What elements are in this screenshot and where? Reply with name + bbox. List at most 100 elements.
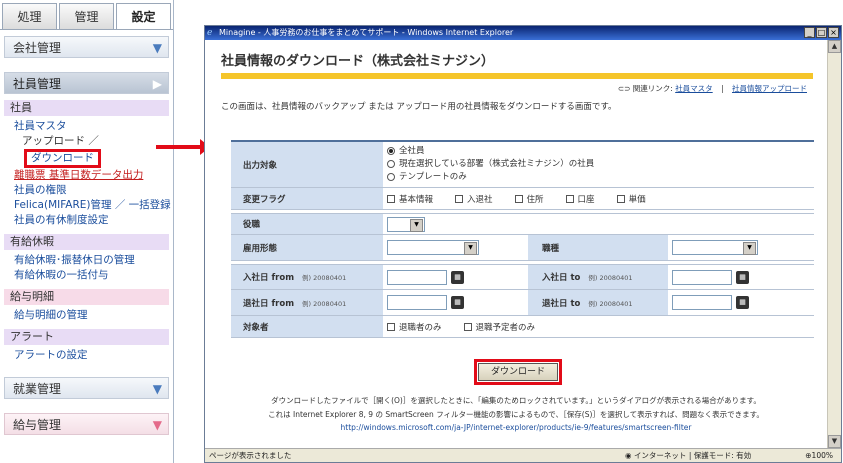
section-payroll[interactable]: 給与管理 ▼	[4, 413, 169, 435]
related-link-master[interactable]: 社員マスタ	[675, 84, 713, 93]
checkbox[interactable]	[463, 323, 472, 331]
page-content: 社員情報のダウンロード（株式会社ミナジン） ⊂⊃ 関連リンク: 社員マスタ | …	[205, 40, 827, 448]
checkbox[interactable]	[387, 323, 395, 331]
sidebar-item-upload[interactable]: アップロード	[22, 135, 85, 147]
section-payroll-label: 給与管理	[13, 418, 62, 432]
security-zone-text: インターネット | 保護モード: 有効	[633, 451, 752, 460]
radio-icon[interactable]	[387, 172, 395, 181]
join-to-input[interactable]	[672, 269, 732, 285]
section-company[interactable]: 会社管理 ▼	[4, 36, 169, 58]
calendar-icon[interactable]: ▦	[451, 296, 464, 309]
radio-template[interactable]: テンプレートのみ	[387, 171, 467, 184]
checkbox[interactable]	[387, 195, 395, 203]
leave-to-example: 例) 20080401	[588, 299, 633, 308]
radio-department[interactable]: 現在選択している部署（株式会社ミナジン）の社員	[387, 158, 594, 171]
target-options: 退職者のみ 退職予定者のみ	[383, 316, 814, 337]
chevron-down-icon: ▼	[152, 382, 162, 396]
note-line-1: ダウンロードしたファイルで［開く(O)］を選択したときに、「編集のためロックされ…	[271, 396, 761, 405]
row-flags: 変更フラグ 基本情報 入退社 住所 口座 単価	[231, 188, 814, 210]
flags-options: 基本情報 入退社 住所 口座 単価	[383, 188, 814, 209]
check-retiring-only[interactable]: 退職予定者のみ	[463, 321, 535, 333]
tab-settings[interactable]: 設定	[116, 3, 171, 29]
calendar-icon[interactable]: ▦	[736, 270, 749, 284]
calendar-icon[interactable]: ▦	[451, 270, 464, 284]
related-link-upload[interactable]: 社員情報アップロード	[732, 84, 807, 93]
check-retired-label: 退職者のみ	[399, 322, 442, 333]
section-employee[interactable]: 社員管理 ▶	[4, 72, 169, 94]
radio-icon[interactable]	[387, 146, 395, 155]
category-leave: 有給休暇	[4, 234, 169, 250]
output-label: 出力対象	[231, 142, 383, 187]
check-retired-only[interactable]: 退職者のみ	[387, 321, 442, 333]
chevron-down-icon: ▼	[152, 418, 162, 432]
globe-icon: ◉	[625, 451, 634, 460]
join-from-input[interactable]	[387, 269, 447, 285]
leave-to-label: 退社日 to 例) 20080401	[528, 290, 668, 315]
check-price-label: 単価	[628, 194, 646, 205]
row-position: 役職	[231, 213, 814, 235]
sidebar-item-leave-system[interactable]: 社員の有休制度設定	[0, 213, 173, 228]
category-employee: 社員	[4, 100, 169, 116]
section-work[interactable]: 就業管理 ▼	[4, 377, 169, 399]
check-address[interactable]: 住所	[514, 193, 544, 205]
checkbox[interactable]	[616, 195, 625, 203]
maximize-button[interactable]: □	[816, 27, 827, 38]
note-line-2: これは Internet Explorer 8, 9 の SmartScreen…	[268, 410, 764, 419]
browser-window: ℯ Minagine - 人事労務のお仕事をまとめてサポート - Windows…	[204, 25, 842, 463]
check-join-leave[interactable]: 入退社	[455, 193, 493, 205]
radio-all-label: 全社員	[399, 146, 425, 156]
sidebar-item-master[interactable]: 社員マスタ	[0, 119, 173, 134]
close-button[interactable]: ×	[828, 27, 839, 38]
scroll-down-icon[interactable]: ▼	[828, 435, 841, 448]
sidebar-item-leave-bulk[interactable]: 有給休暇の一括付与	[0, 268, 173, 283]
status-text: ページが表示されました	[209, 451, 292, 460]
row-join-date: 入社日 from 例) 20080401 ▦ 入社日 to 例) 20080401 …	[231, 264, 814, 290]
leave-from-label: 退社日 from 例) 20080401	[231, 290, 383, 315]
minimize-button[interactable]: _	[804, 27, 815, 38]
job-type-label: 職種	[528, 235, 668, 260]
output-options: 全社員 現在選択している部署（株式会社ミナジン）の社員 テンプレートのみ	[383, 142, 814, 187]
check-price[interactable]: 単価	[616, 193, 646, 205]
join-to-text: 入社日 to	[542, 273, 581, 283]
leave-from-input[interactable]	[387, 295, 447, 310]
vertical-scrollbar[interactable]: ▲ ▼	[827, 40, 841, 448]
checkbox[interactable]	[514, 195, 523, 203]
employment-field	[383, 235, 528, 260]
radio-all[interactable]: 全社員	[387, 145, 425, 158]
window-titlebar: ℯ Minagine - 人事労務のお仕事をまとめてサポート - Windows…	[205, 26, 841, 40]
tab-process[interactable]: 処理	[2, 3, 57, 29]
sidebar-item-alert-setting[interactable]: アラートの設定	[0, 348, 173, 363]
scroll-up-icon[interactable]: ▲	[828, 40, 841, 53]
sidebar-item-permission[interactable]: 社員の権限	[0, 183, 173, 198]
employment-select[interactable]	[387, 240, 479, 255]
checkbox[interactable]	[455, 195, 464, 203]
ie-icon: ℯ	[207, 28, 213, 38]
check-basic[interactable]: 基本情報	[387, 193, 433, 205]
sidebar-item-felica[interactable]: Felica(MIFARE)管理 ／ 一括登録	[0, 198, 173, 213]
tab-manage[interactable]: 管理	[59, 3, 114, 29]
join-from-example: 例) 20080401	[302, 274, 347, 282]
zoom-level[interactable]: ⊕100%	[805, 449, 833, 462]
sidebar-item-download[interactable]: ダウンロード	[24, 149, 101, 168]
sidebar-item-retire[interactable]: 離職票 基準日数データ出力	[0, 168, 173, 183]
position-select[interactable]	[387, 216, 425, 232]
sidebar-item-leave-manage[interactable]: 有給休暇･振替休日の管理	[0, 253, 173, 268]
flags-label: 変更フラグ	[231, 188, 383, 209]
page-intro: この画面は、社員情報のバックアップ または アップロード用の社員情報をダウンロー…	[221, 102, 617, 112]
page-title: 社員情報のダウンロード（株式会社ミナジン）	[221, 50, 813, 79]
section-company-label: 会社管理	[13, 41, 62, 55]
radio-icon[interactable]	[387, 159, 395, 168]
calendar-icon[interactable]: ▦	[736, 296, 749, 309]
sidebar-item-payslip-manage[interactable]: 給与明細の管理	[0, 308, 173, 323]
job-type-select[interactable]	[672, 240, 758, 255]
zoom-text: 100%	[811, 451, 833, 460]
download-button[interactable]: ダウンロード	[478, 363, 558, 381]
row-employment: 雇用形態 職種	[231, 235, 814, 261]
check-account[interactable]: 口座	[565, 193, 595, 205]
join-to-field: ▦	[668, 265, 814, 289]
chevron-right-icon: ▶	[152, 77, 162, 91]
join-from-text: 入社日 from	[243, 273, 295, 283]
leave-to-input[interactable]	[672, 295, 732, 310]
smartscreen-link[interactable]: http://windows.microsoft.com/ja-JP/inter…	[341, 423, 692, 432]
checkbox[interactable]	[565, 195, 574, 203]
